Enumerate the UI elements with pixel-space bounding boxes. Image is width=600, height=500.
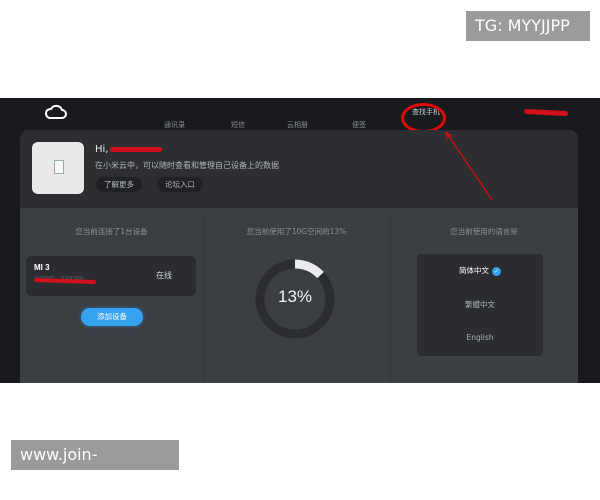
watermark-top: TG: MYYJJPP [466,11,590,41]
screenshot-area: 通讯录 短信 云相册 便签 查找手机 Hi, 在小米云中，可以随时查看和管理自己… [0,98,600,383]
watermark-bottom: www.join-wbty.com [11,440,179,494]
annotation-arrow [445,131,493,201]
